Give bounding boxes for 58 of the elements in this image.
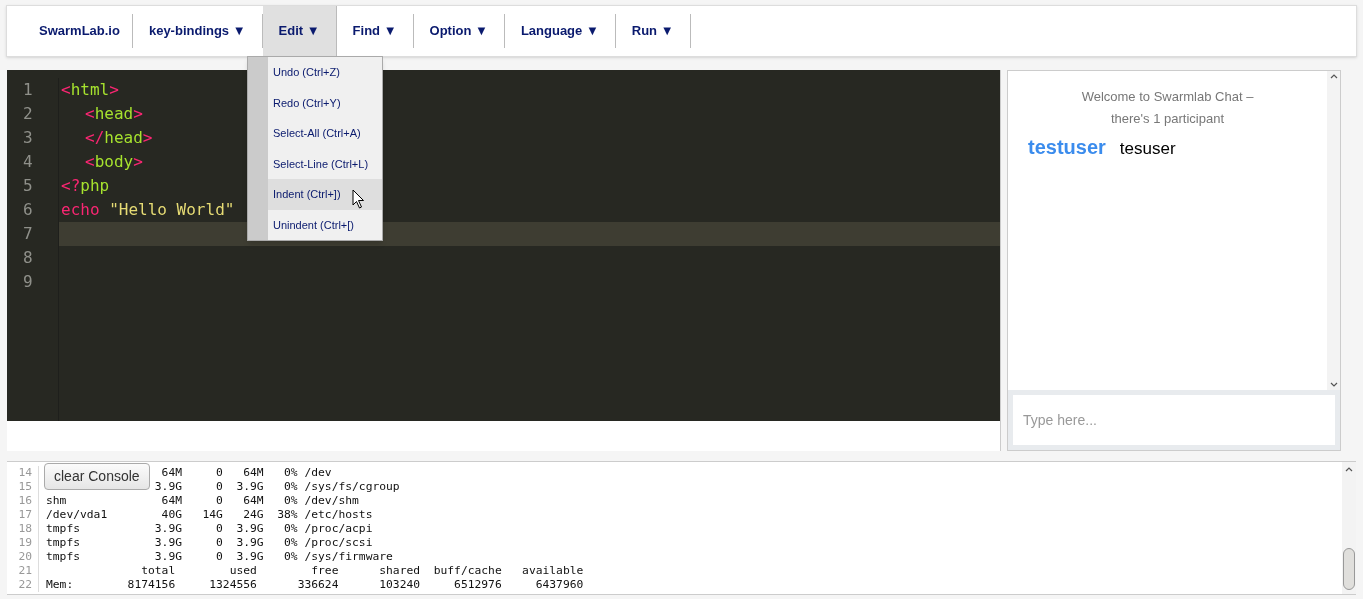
scroll-up-icon[interactable]	[1329, 73, 1338, 79]
menu-button[interactable]: key-bindings ▼	[132, 14, 263, 48]
welcome-message: Welcome to Swarmlab Chat –	[1081, 88, 1254, 106]
chat-username: testuser	[1028, 135, 1106, 160]
menu-button[interactable]: Edit ▼	[262, 6, 337, 56]
scroll-up-icon[interactable]	[1345, 466, 1353, 472]
menu-item[interactable]: Unindent (Ctrl+[)	[268, 209, 382, 240]
code-line: <html>	[61, 80, 119, 99]
line-number: 4	[22, 151, 33, 173]
line-number: 16	[7, 494, 39, 508]
brand-link[interactable]: SwarmLab.io	[27, 14, 133, 48]
scrollbar[interactable]	[1342, 462, 1356, 594]
menu-item[interactable]: Select-All (Ctrl+A)	[268, 118, 382, 149]
scroll-down-icon[interactable]	[1329, 382, 1338, 388]
clear-console-button[interactable]: clear Console	[44, 463, 150, 490]
line-number: 22	[7, 578, 39, 592]
line-number: 20	[7, 550, 39, 564]
line-number: 3	[22, 127, 33, 149]
chat-input[interactable]: Type here...	[1013, 395, 1335, 445]
code-line: <body>	[85, 152, 143, 171]
menu-button[interactable]: Option ▼	[413, 14, 505, 48]
line-number: 17	[7, 508, 39, 522]
menu-button[interactable]: Language ▼	[504, 14, 616, 48]
line-number: 2	[22, 103, 33, 125]
scroll-thumb[interactable]	[1343, 548, 1355, 590]
line-number: 1	[22, 79, 33, 101]
line-number: 5	[22, 175, 33, 197]
console-line: /dev/vda1 40G 14G 24G 38% /etc/hosts	[46, 508, 373, 522]
line-number: 7	[22, 223, 33, 245]
menu-item[interactable]: Redo (Ctrl+Y)	[268, 87, 382, 118]
line-number: 14	[7, 466, 39, 480]
console-line: 3.9G 0 3.9G 0% /sys/fs/cgroup	[154, 480, 400, 494]
scrollbar[interactable]	[1327, 71, 1340, 390]
console-line: Mem: 8174156 1324556 336624 103240 6512976 6437960	[46, 578, 584, 592]
menu-item[interactable]: Select-Line (Ctrl+L)	[268, 148, 382, 179]
menu-item[interactable]: Indent (Ctrl+])	[268, 179, 382, 210]
console-line: 64M 0 64M 0% /dev	[160, 466, 332, 480]
code-line: <?php	[61, 176, 110, 195]
menu-button[interactable]: Run ▼	[615, 14, 691, 48]
console-line: shm 64M 0 64M 0% /dev/shm	[46, 494, 359, 508]
line-number: 6	[22, 199, 33, 221]
line-number: 15	[7, 480, 39, 494]
code-line: echo "Hello World"	[61, 200, 235, 219]
console-line: tmpfs 3.9G 0 3.9G 0% /sys/firmware	[46, 550, 393, 564]
line-number: 8	[22, 247, 33, 269]
mouse-cursor-icon	[352, 189, 366, 210]
line-number: 19	[7, 536, 39, 550]
line-number: 9	[22, 271, 33, 293]
console-line: tmpfs 3.9G 0 3.9G 0% /proc/acpi	[46, 522, 373, 536]
menu-button[interactable]: Find ▼	[336, 14, 414, 48]
line-number: 21	[7, 564, 39, 578]
chat-username: tesuser	[1119, 138, 1176, 160]
line-number: 18	[7, 522, 39, 536]
console-line: tmpfs 3.9G 0 3.9G 0% /proc/scsi	[46, 536, 373, 550]
participants-note: there's 1 participant	[1110, 110, 1224, 128]
console-line: total used free shared buff/cache available	[140, 564, 584, 578]
code-line: <head>	[85, 104, 143, 123]
code-line: </head>	[85, 128, 153, 147]
